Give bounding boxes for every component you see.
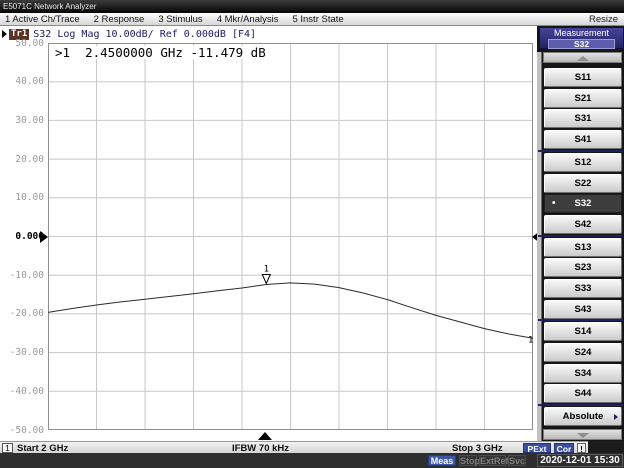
channel-status-row: 1 Start 2 GHz IFBW 70 kHz Stop 3 GHz PEx…	[0, 441, 588, 453]
status-stop: Stop	[459, 455, 477, 466]
softkey-s43[interactable]: S43	[544, 300, 622, 319]
softkey-s21[interactable]: S21	[544, 89, 622, 108]
softkey-header-label: Measurement	[540, 28, 623, 38]
softkey-separator	[538, 150, 623, 152]
status-svc: Svc	[508, 455, 526, 466]
channel-number-box: 1	[2, 443, 13, 453]
app-window: E5071C Network Analyzer 1 Active Ch/Trac…	[0, 0, 624, 468]
submenu-arrow-icon	[614, 414, 618, 420]
trace-format-text: S32 Log Mag 10.00dB/ Ref 0.000dB [F4]	[33, 29, 256, 40]
y-axis-tick-label: 20.00	[0, 155, 44, 165]
menu-item-2[interactable]: 2 Response	[94, 14, 145, 25]
softkey-s33[interactable]: S33	[544, 279, 622, 298]
status-extref: ExtRef	[479, 455, 506, 466]
y-axis-tick-label: 30.00	[0, 116, 44, 126]
y-axis-tick-label: 40.00	[0, 77, 44, 87]
active-trace-pointer-icon	[2, 30, 7, 38]
menu-item-4[interactable]: 4 Mkr/Analysis	[217, 14, 279, 25]
y-axis-tick-label: -40.00	[0, 387, 44, 397]
sweep-position-icon	[258, 432, 272, 440]
title-bar: E5071C Network Analyzer	[0, 0, 624, 13]
softkey-s44[interactable]: S44	[544, 384, 622, 403]
y-axis-tick-label: -20.00	[0, 309, 44, 319]
resize-menu-item[interactable]: Resize	[589, 14, 624, 25]
y-axis-tick-label: -50.00	[0, 426, 44, 436]
warning-status-badge: !	[577, 443, 586, 453]
softkey-header: Measurement S32	[539, 27, 624, 49]
status-meas: Meas	[428, 455, 456, 466]
softkey-header-value: S32	[548, 39, 615, 49]
softkey-separator	[538, 235, 623, 237]
softkey-s31[interactable]: S31	[544, 109, 622, 128]
menu-item-3[interactable]: 3 Stimulus	[158, 14, 202, 25]
scroll-down-button[interactable]	[543, 429, 622, 440]
sidebar-scroll-track[interactable]	[537, 52, 542, 441]
softkey-s32[interactable]: S32•	[544, 194, 622, 213]
softkey-s42[interactable]: S42	[544, 215, 622, 234]
window-title: E5071C Network Analyzer	[3, 2, 96, 11]
menu-items: 1 Active Ch/Trace 2 Response 3 Stimulus 4 M…	[0, 14, 344, 25]
correction-status-badge: Cor	[554, 443, 574, 453]
softkey-s22[interactable]: S22	[544, 174, 622, 193]
selected-bullet-icon: •	[552, 195, 556, 212]
softkey-s12[interactable]: S12	[544, 153, 622, 172]
menu-item-5[interactable]: 5 Instr State	[292, 14, 343, 25]
menu-item-1[interactable]: 1 Active Ch/Trace	[5, 14, 80, 25]
arrow-down-icon	[577, 433, 589, 438]
scroll-up-button[interactable]	[543, 52, 622, 63]
softkey-s34[interactable]: S34	[544, 364, 622, 383]
arrow-up-icon	[577, 56, 589, 61]
y-axis-tick-label: 10.00	[0, 193, 44, 203]
softkey-separator	[538, 319, 623, 321]
datetime-display: 2020-12-01 15:30	[537, 454, 623, 467]
softkey-sidebar: Measurement S32 S11S21S31S41S12S22S32•S4…	[537, 26, 624, 441]
softkey-s11[interactable]: S11	[544, 68, 622, 87]
softkey-s24[interactable]: S24	[544, 343, 622, 362]
menu-bar: 1 Active Ch/Trace 2 Response 3 Stimulus 4 M…	[0, 13, 624, 26]
softkey-absolute[interactable]: Absolute	[544, 407, 622, 426]
y-axis-tick-label: -10.00	[0, 271, 44, 281]
reference-level-left-icon[interactable]	[40, 231, 48, 243]
plot-svg: 11	[48, 43, 533, 430]
marker-1-number: 1	[264, 265, 269, 275]
y-axis-tick-label: 0.000	[0, 232, 44, 242]
y-axis-tick-label: 50.00	[0, 39, 44, 49]
marker-1-icon[interactable]	[262, 275, 270, 284]
instrument-status-bar: Meas Stop ExtRef Svc 2020-12-01 15:30	[0, 453, 624, 468]
softkey-s23[interactable]: S23	[544, 258, 622, 277]
softkey-s14[interactable]: S14	[544, 322, 622, 341]
softkey-s13[interactable]: S13	[544, 238, 622, 257]
marker-readout: >1 2.4500000 GHz -11.479 dB	[52, 46, 269, 59]
softkey-separator	[538, 404, 623, 406]
trace-end-number: 1	[528, 335, 533, 345]
y-axis-tick-label: -30.00	[0, 348, 44, 358]
softkey-s41[interactable]: S41	[544, 130, 622, 149]
pext-status-badge: PExt	[523, 443, 551, 453]
